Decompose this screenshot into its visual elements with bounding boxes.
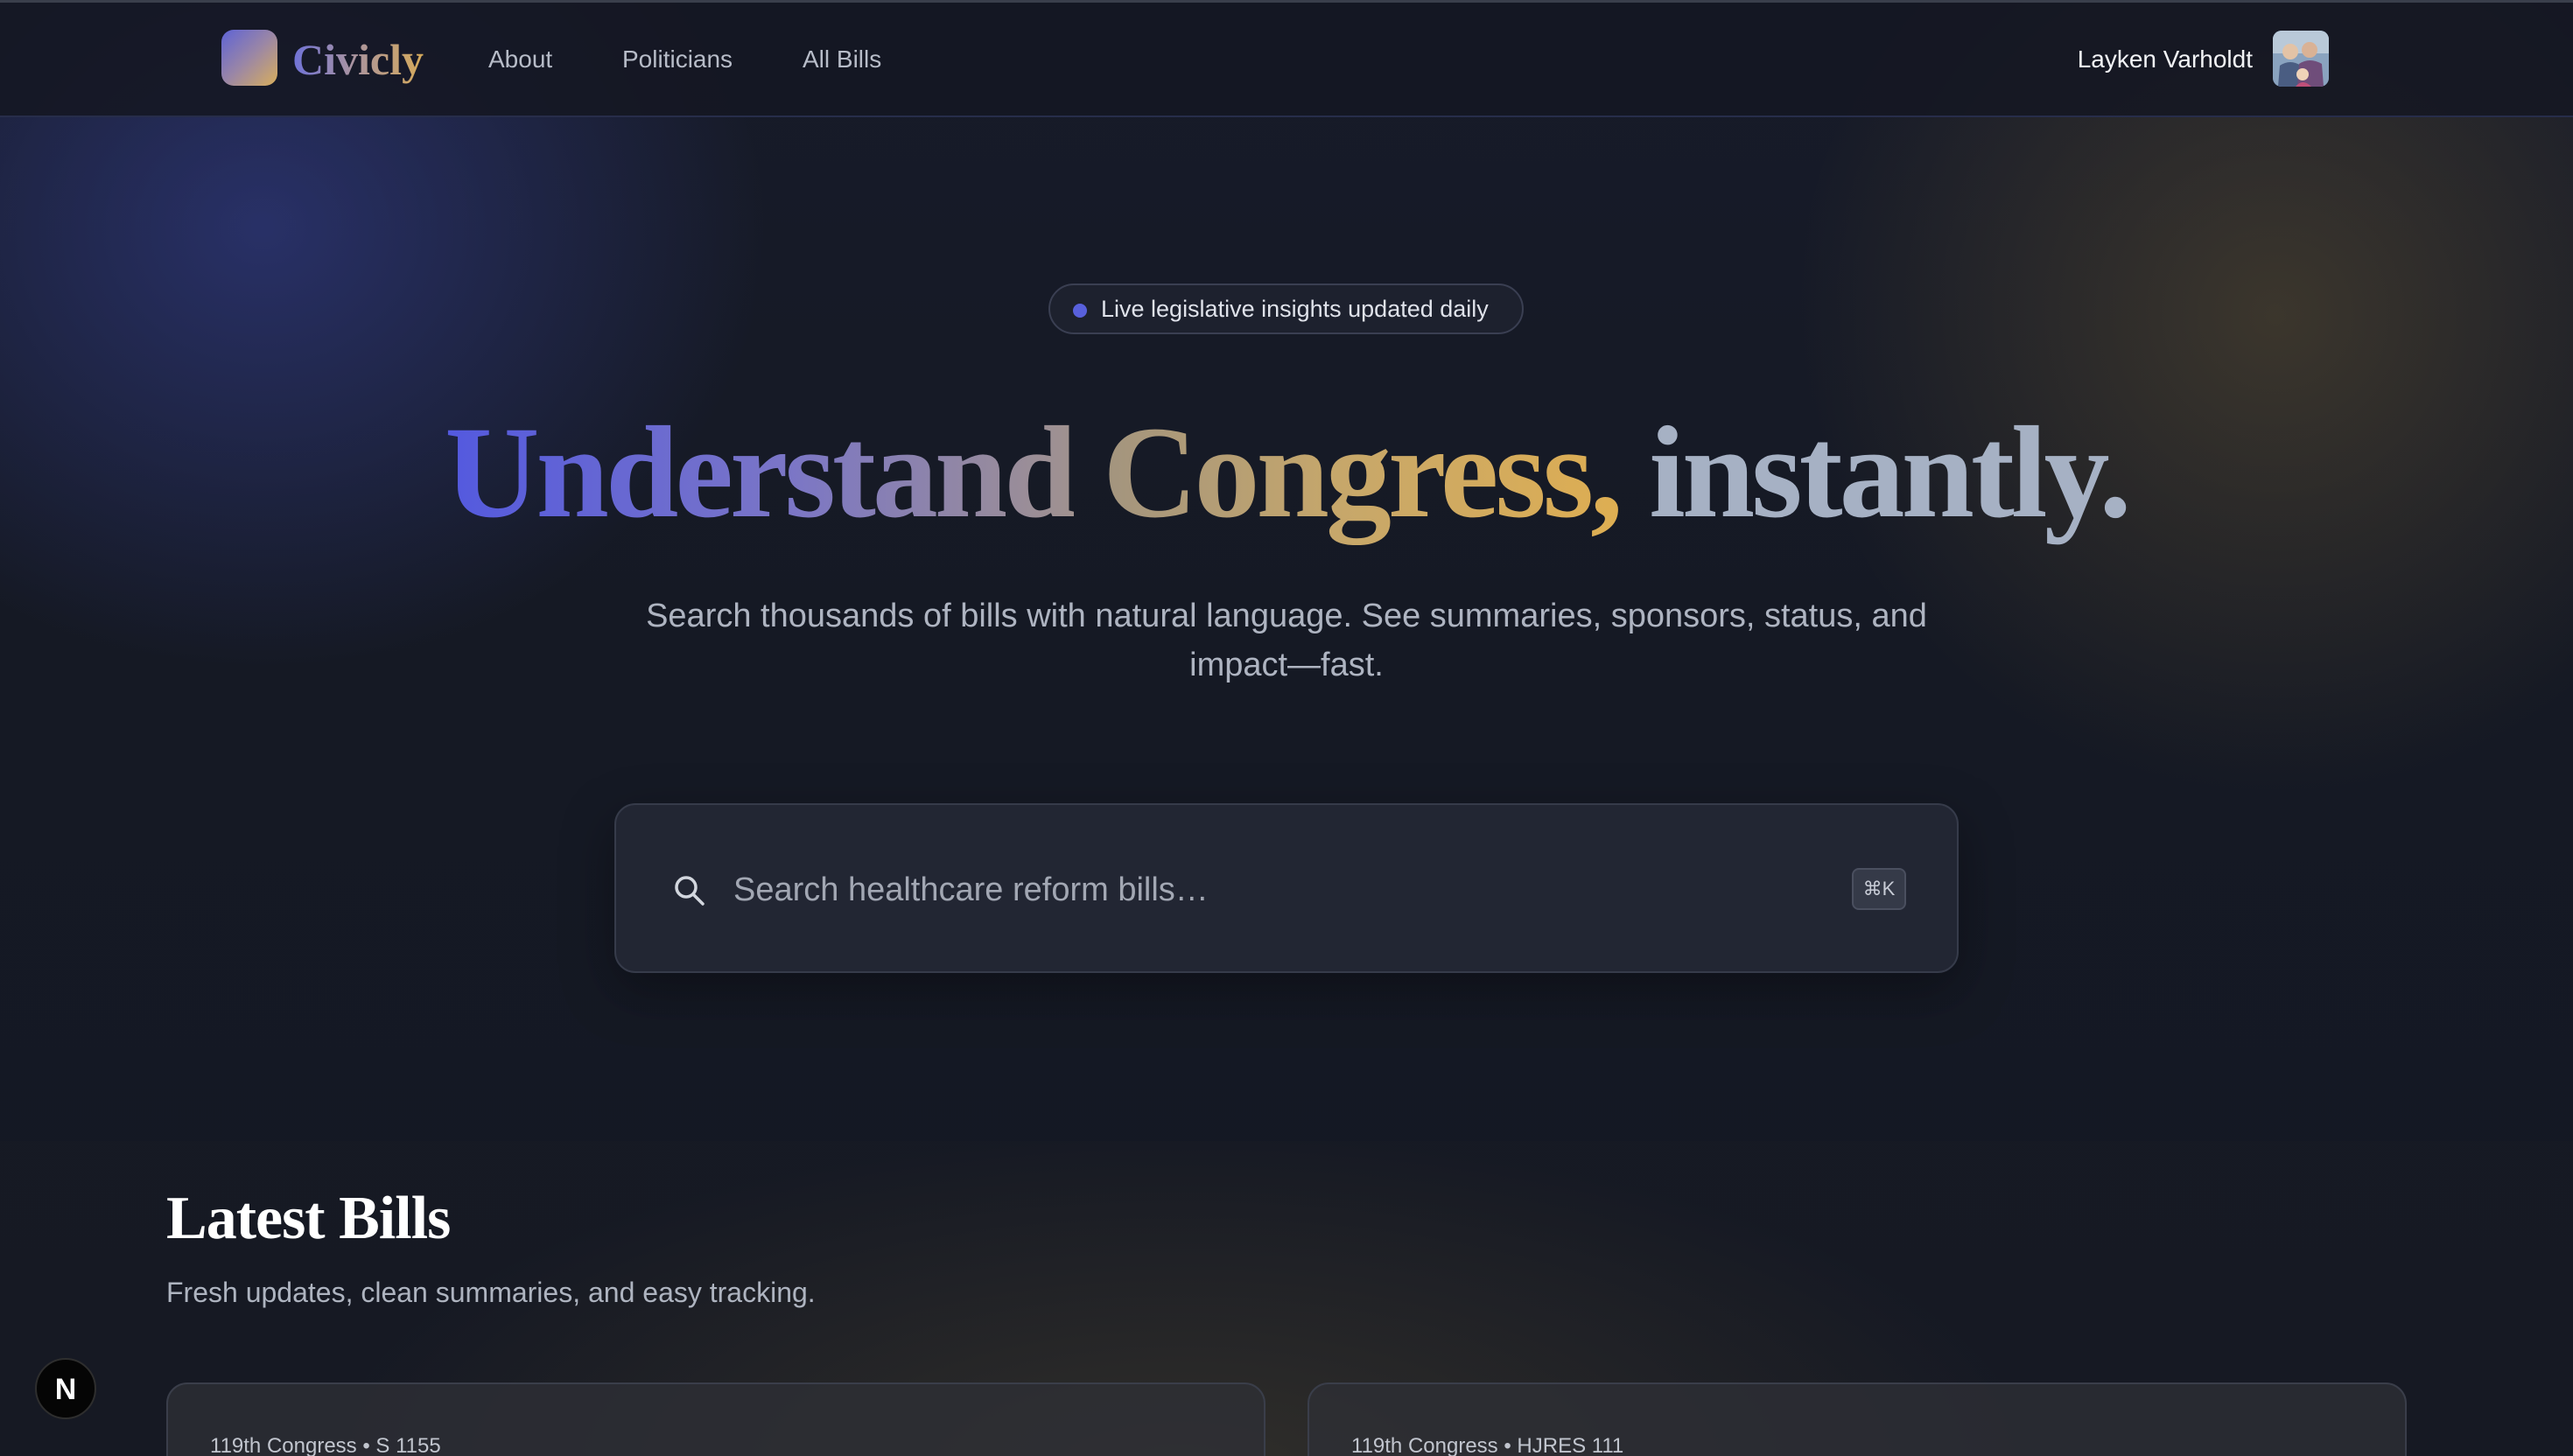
nav-link-about[interactable]: About <box>488 38 552 81</box>
nextjs-logo-letter: N <box>55 1373 77 1406</box>
headline-word-congress: Congress, <box>1103 400 1623 545</box>
page: Civicly About Politicians All Bills Layk… <box>0 0 2573 1456</box>
bill-card[interactable]: 119th Congress • HJRES 111 <box>1308 1382 2407 1456</box>
live-status-dot-icon <box>1073 304 1087 318</box>
headline-word-understand: Understand <box>445 400 1076 545</box>
search-icon <box>675 876 705 906</box>
bill-search-box[interactable]: ⌘K <box>614 803 1959 973</box>
bill-congress-number: 119th Congress • HJRES 111 <box>1351 1434 1624 1456</box>
search-input[interactable] <box>732 858 1785 922</box>
user-avatar-icon[interactable] <box>2273 31 2329 87</box>
nextjs-logo-icon: N <box>55 1373 77 1406</box>
hero-headline: Understand Congress, instantly. <box>0 398 2573 547</box>
bill-congress-number: 119th Congress • S 1155 <box>210 1434 441 1456</box>
top-navigation-bar: Civicly About Politicians All Bills Layk… <box>0 3 2573 117</box>
live-insights-badge: Live legislative insights updated daily <box>1048 284 1524 334</box>
headline-word-instantly: instantly. <box>1649 400 2132 545</box>
brand-name[interactable]: Civicly <box>292 29 424 90</box>
keyboard-shortcut-hint: ⌘K <box>1852 868 1906 910</box>
hero-subtitle: Search thousands of bills with natural l… <box>646 598 1927 683</box>
nav-link-all-bills[interactable]: All Bills <box>803 38 881 81</box>
latest-bills-subtitle: Fresh updates, clean summaries, and easy… <box>166 1277 816 1308</box>
latest-bills-title: Latest Bills <box>166 1185 451 1252</box>
nav-link-politicians[interactable]: Politicians <box>622 38 733 81</box>
nextjs-dev-tools-icon[interactable]: N <box>35 1358 96 1419</box>
user-name[interactable]: Layken Varholdt <box>2078 38 2253 81</box>
brand-logo-icon[interactable] <box>221 30 277 86</box>
bill-card[interactable]: 119th Congress • S 1155 <box>166 1382 1265 1456</box>
live-insights-text: Live legislative insights updated daily <box>1101 296 1489 322</box>
